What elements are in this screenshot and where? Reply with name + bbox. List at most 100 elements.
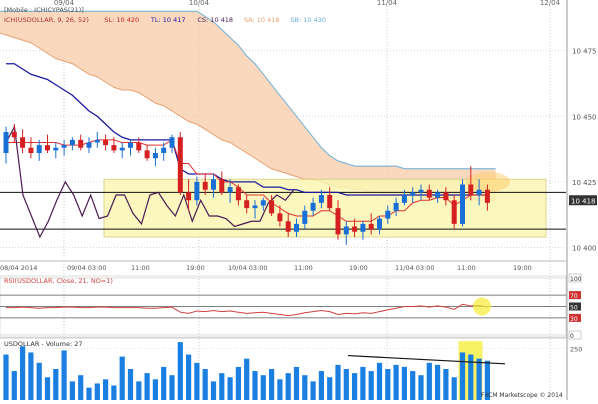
rsi-tick-label: 100 [570,276,582,283]
volume-bar [202,369,208,400]
candle-body [144,150,150,159]
volume-bar [277,379,283,400]
volume-bar [103,379,109,400]
candle-body [285,221,291,232]
price-panel-title: [Mobile : ICHICYPAS(21)] [4,6,84,14]
volume-bar [235,366,241,400]
volume-bar [186,354,192,400]
time-tick-label: 11:00 [294,264,313,272]
candle-body [252,205,258,209]
candle-body [269,200,275,214]
candle-body [177,137,183,193]
candle-body [103,139,109,146]
candle-body [11,132,17,138]
volume-bar [459,352,466,400]
volume-bar [376,362,383,400]
time-tick-label: 19:00 [513,264,532,272]
volume-bar [360,366,366,400]
top-date-label: 12/04 [540,0,561,7]
volume-bar [152,379,158,400]
candle-body [476,189,482,195]
candle-body [94,139,100,143]
top-date-label: 11/04 [377,0,398,7]
candle-body [219,179,225,193]
watermark-text: FXCM Marketscope © 2014 [481,392,563,399]
candle-body [53,147,59,151]
candle-body [327,195,333,209]
candle-body [244,200,250,209]
candle-body [352,226,358,232]
volume-bar [244,358,250,400]
candle-body [460,184,465,224]
volume-bar [94,383,100,400]
volume-bar [36,362,42,400]
time-tick-label: 11/04 03:00 [395,264,435,272]
volume-bar [343,369,349,400]
candle-body [61,145,67,148]
legend-entry: TL: 10 417 [150,16,186,24]
volume-bar [410,371,416,400]
candle-body [3,132,9,153]
rsi-tick-label: 70 [570,293,578,300]
volume-bar [426,362,432,400]
chart-canvas: 09/04 10/04 11/04 12/0410 40010 42510 45010… [0,0,598,400]
candle-body [385,210,391,219]
volume-bar [293,366,300,400]
volume-bar [69,381,75,400]
rsi-tick-label: 50 [570,305,578,312]
volume-bar [144,373,150,400]
volume-tick-label: 250 [570,345,582,353]
volume-bar [310,381,316,400]
candle-body [45,145,50,151]
volume-bar [119,356,125,400]
price-tick-label: 10 425 [572,179,597,187]
candle-body [343,226,349,235]
price-tick-label: 10 450 [572,113,597,121]
candle-body [111,145,117,151]
candle-body [368,223,374,230]
volume-bar [418,375,424,400]
volume-bar [219,373,225,400]
volume-bar [227,377,233,400]
price-tick-label: 10 475 [572,48,597,56]
volume-bar [368,371,374,400]
time-tick-label: 19:00 [186,264,205,272]
candle-body [169,137,175,148]
candle-body [418,189,424,193]
candle-body [136,142,142,151]
legend-entry: SB: 10 430 [290,16,326,24]
volume-bar [20,346,26,400]
rsi-panel-label: RSI(USDOLLAR, Close, 21, NO=1) [4,277,113,285]
candle-body [128,142,133,148]
rsi-tick-label: 0 [570,333,574,340]
candle-body [78,139,84,148]
volume-bar [393,364,399,400]
candle-body [119,147,125,151]
volume-bar [3,354,9,400]
candle-body [443,192,449,201]
legend-entry: SA: 10 418 [244,16,280,24]
volume-bar [285,373,291,400]
candle-body [377,218,382,230]
candle-body [360,223,366,232]
volume-bar [260,375,266,400]
candle-body [186,192,192,201]
price-tick-label: 10 400 [572,245,597,253]
candle-body [161,147,167,153]
candle-body [202,181,208,190]
rsi-highlight-circle [473,297,491,316]
candle-body [36,145,42,153]
volume-bar [169,375,175,400]
volume-bar [269,369,275,400]
volume-bar [44,377,51,400]
time-tick-label: 08/04 2014 [0,264,37,272]
legend-entry: ICH(USDOLLAR, 9, 26, 52) [4,16,89,24]
time-tick-label: 10/04 03:00 [228,264,268,272]
legend-entry: SL: 10 420 [104,16,139,24]
candle-body [302,210,308,224]
volume-bar [136,381,142,400]
candle-body [484,189,490,203]
volume-bar [318,371,324,400]
volume-bar [302,375,308,400]
volume-bar [352,373,358,400]
